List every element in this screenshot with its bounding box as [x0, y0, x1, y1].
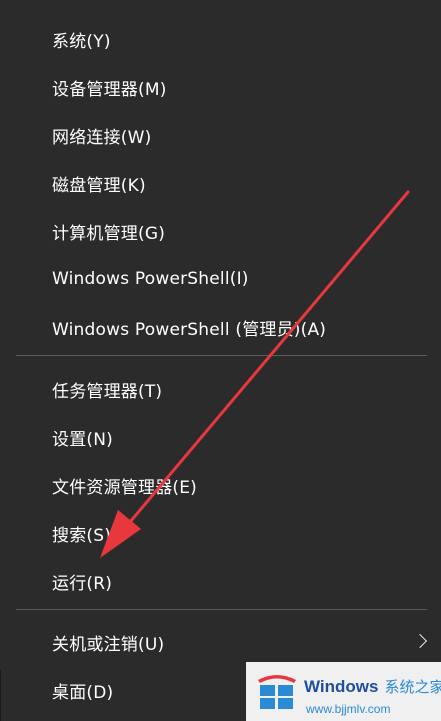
menu-item-run[interactable]: 运行(R) — [0, 559, 441, 603]
menu-item-label: 设置(N) — [52, 429, 113, 450]
menu-item-label: 文件资源管理器(E) — [52, 477, 198, 498]
menu-item-powershell-admin[interactable]: Windows PowerShell (管理员)(A) — [0, 305, 441, 349]
menu-item-settings[interactable]: 设置(N) — [0, 415, 441, 459]
menu-separator — [16, 355, 427, 356]
menu-item-label: Windows PowerShell (管理员)(A) — [52, 319, 327, 340]
menu-item-label: 任务管理器(T) — [52, 381, 163, 402]
menu-item-label: 计算机管理(G) — [52, 223, 166, 244]
menu-item-network-connections[interactable]: 网络连接(W) — [0, 113, 441, 157]
menu-item-label: Windows PowerShell(I) — [52, 269, 249, 289]
menu-item-computer-management[interactable]: 计算机管理(G) — [0, 209, 441, 253]
menu-item-system[interactable]: 系统(Y) — [0, 17, 441, 61]
menu-item-disk-management[interactable]: 磁盘管理(K) — [0, 161, 441, 205]
watermark-url: www.bjjmlv.com — [306, 702, 391, 716]
menu-item-label: 运行(R) — [52, 573, 113, 594]
menu-item-shutdown-signout[interactable]: 关机或注销(U) — [0, 620, 441, 664]
menu-separator — [16, 609, 427, 610]
menu-item-label: 搜索(S) — [52, 525, 112, 546]
window-edge — [0, 670, 1, 721]
watermark-brand: Windows — [304, 677, 379, 696]
menu-item-label: 设备管理器(M) — [52, 79, 167, 100]
menu-item-device-manager[interactable]: 设备管理器(M) — [0, 65, 441, 109]
menu-item-task-manager[interactable]: 任务管理器(T) — [0, 367, 441, 411]
watermark-brand-cn: 系统之家 — [384, 679, 441, 696]
chevron-right-icon — [412, 633, 428, 649]
watermark-title: Windows 系统之家 — [304, 676, 441, 697]
winx-context-menu: 系统(Y) 设备管理器(M) 网络连接(W) 磁盘管理(K) 计算机管理(G) … — [0, 0, 441, 721]
windows-logo-icon — [258, 675, 296, 709]
menu-item-label: 磁盘管理(K) — [52, 175, 146, 196]
menu-item-label: 系统(Y) — [52, 31, 111, 52]
menu-item-label: 桌面(D) — [52, 682, 114, 703]
menu-item-label: 网络连接(W) — [52, 127, 152, 148]
watermark-badge: Windows 系统之家 www.bjjmlv.com — [246, 662, 441, 721]
menu-item-file-explorer[interactable]: 文件资源管理器(E) — [0, 463, 441, 507]
menu-item-label: 关机或注销(U) — [52, 634, 165, 655]
menu-item-search[interactable]: 搜索(S) — [0, 511, 441, 555]
menu-item-powershell[interactable]: Windows PowerShell(I) — [0, 257, 441, 301]
